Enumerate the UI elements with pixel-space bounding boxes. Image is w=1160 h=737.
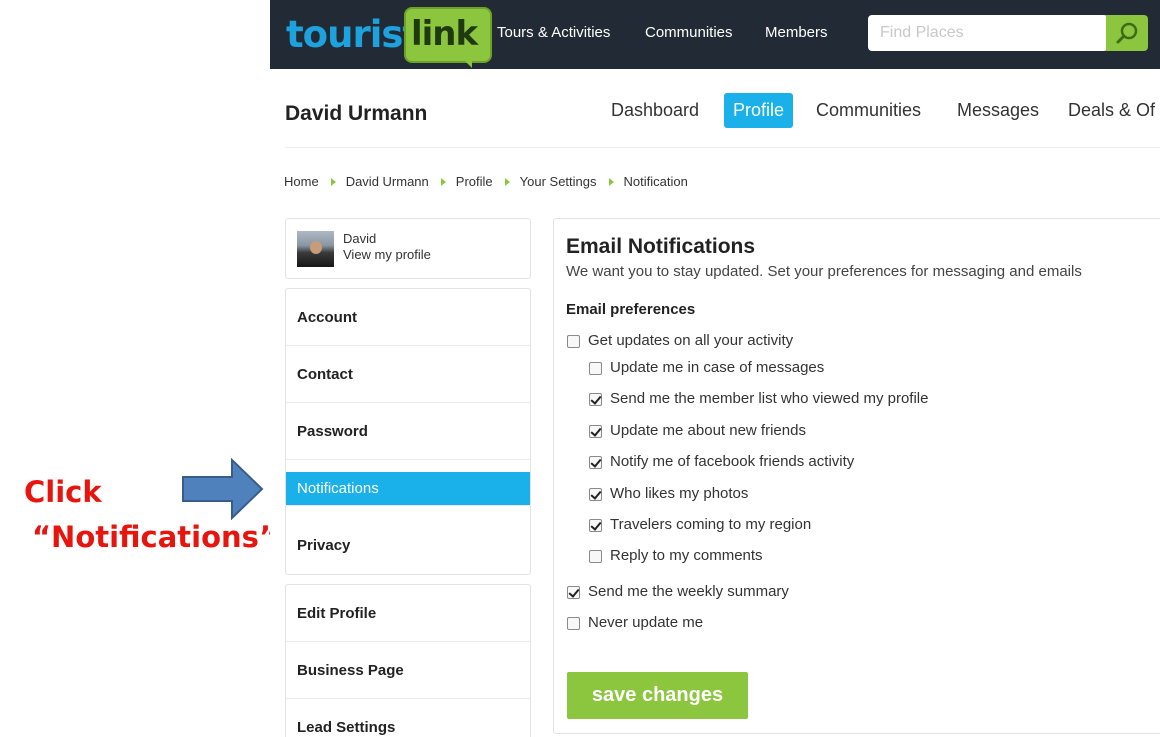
sidebar-item-lead-settings[interactable]: Lead Settings [286,699,530,737]
annotation-arrow-icon [182,458,264,520]
search-icon [1116,22,1138,44]
option-label: Send me the weekly summary [588,583,789,600]
option-label: Update me about new friends [610,422,806,439]
annotation-text-notifications: “Notifications” [32,520,279,554]
nav-communities[interactable]: Communities [645,24,733,41]
search-input[interactable] [868,15,1104,51]
option-label: Send me the member list who viewed my pr… [610,390,929,407]
panel-subtitle: We want you to stay updated. Set your pr… [566,263,1082,280]
save-changes-button[interactable]: save changes [567,672,748,719]
tab-profile[interactable]: Profile [724,93,794,128]
breadcrumb-separator-icon [504,177,510,186]
breadcrumb-separator-icon [330,177,336,186]
avatar-photo [310,241,322,254]
nav-members[interactable]: Members [765,24,828,41]
checkbox-all-activity[interactable] [567,335,580,348]
option-label: Get updates on all your activity [588,332,794,349]
sidebar-item-contact[interactable]: Contact [286,346,530,403]
option-label: Travelers coming to my region [610,516,812,533]
sidebar-item-edit-profile[interactable]: Edit Profile [286,585,530,642]
avatar[interactable] [297,231,334,267]
breadcrumb-your-settings[interactable]: Your Settings [520,174,597,189]
option-label: Reply to my comments [610,547,763,564]
profile-menu: Edit Profile Business Page Lead Settings [285,584,531,737]
logo-text-tourist: tourist [286,13,420,56]
option-label: Who likes my photos [610,485,749,502]
header-divider [285,147,1160,148]
user-first-name: David [343,231,377,246]
option-label: Never update me [588,614,704,631]
breadcrumb-separator-icon [608,177,614,186]
breadcrumb-profile[interactable]: Profile [456,174,493,189]
breadcrumb-separator-icon [440,177,446,186]
user-card: David View my profile [285,218,531,279]
checkbox-travelers-region[interactable] [589,519,602,532]
top-navigation-bar: tourist link Tours & Activities Communit… [270,0,1160,69]
breadcrumb-notification: Notification [623,174,688,190]
breadcrumb-home[interactable]: Home [284,174,319,189]
sidebar-item-business-page[interactable]: Business Page [286,642,530,699]
checkbox-messages[interactable] [589,362,602,375]
sidebar-item-notifications[interactable]: Notifications [286,472,530,506]
view-my-profile-link[interactable]: View my profile [343,247,431,262]
website-screenshot: tourist link Tours & Activities Communit… [270,0,1160,737]
sidebar-item-account[interactable]: Account [286,289,530,346]
checkbox-never-update[interactable] [567,617,580,630]
checkbox-photo-likes[interactable] [589,488,602,501]
breadcrumb-david-urmann[interactable]: David Urmann [346,174,429,189]
logo-text-link: link [411,14,478,54]
panel-title: Email Notifications [566,235,756,258]
tab-communities[interactable]: Communities [807,93,930,128]
search-box [868,15,1108,51]
checkbox-reply-comments[interactable] [589,550,602,563]
tab-dashboard[interactable]: Dashboard [602,93,708,128]
checkbox-weekly-summary[interactable] [567,586,580,599]
sidebar-item-password[interactable]: Password [286,403,530,460]
tab-deals-offers[interactable]: Deals & Of [1059,93,1160,128]
annotation-text-click: Click [24,475,102,509]
checkbox-new-friends[interactable] [589,425,602,438]
sidebar-item-privacy[interactable]: Privacy [286,517,530,574]
checkbox-profile-viewers[interactable] [589,393,602,406]
email-preferences-heading: Email preferences [566,301,696,318]
logo-badge: link [404,7,492,63]
checkbox-facebook-friends[interactable] [589,456,602,469]
option-label: Notify me of facebook friends activity [610,453,855,470]
email-notifications-panel: Email Notifications We want you to stay … [553,218,1160,734]
logo-speech-tail [462,58,472,68]
settings-menu: Account Contact Password Notifications P… [285,288,531,575]
tab-messages[interactable]: Messages [948,93,1048,128]
breadcrumb: Home David Urmann Profile Your Settings Noti… [284,173,688,189]
option-label: Update me in case of messages [610,359,825,376]
nav-tours-activities[interactable]: Tours & Activities [497,24,610,41]
search-button[interactable] [1106,15,1148,51]
profile-owner-name: David Urmann [285,102,428,125]
